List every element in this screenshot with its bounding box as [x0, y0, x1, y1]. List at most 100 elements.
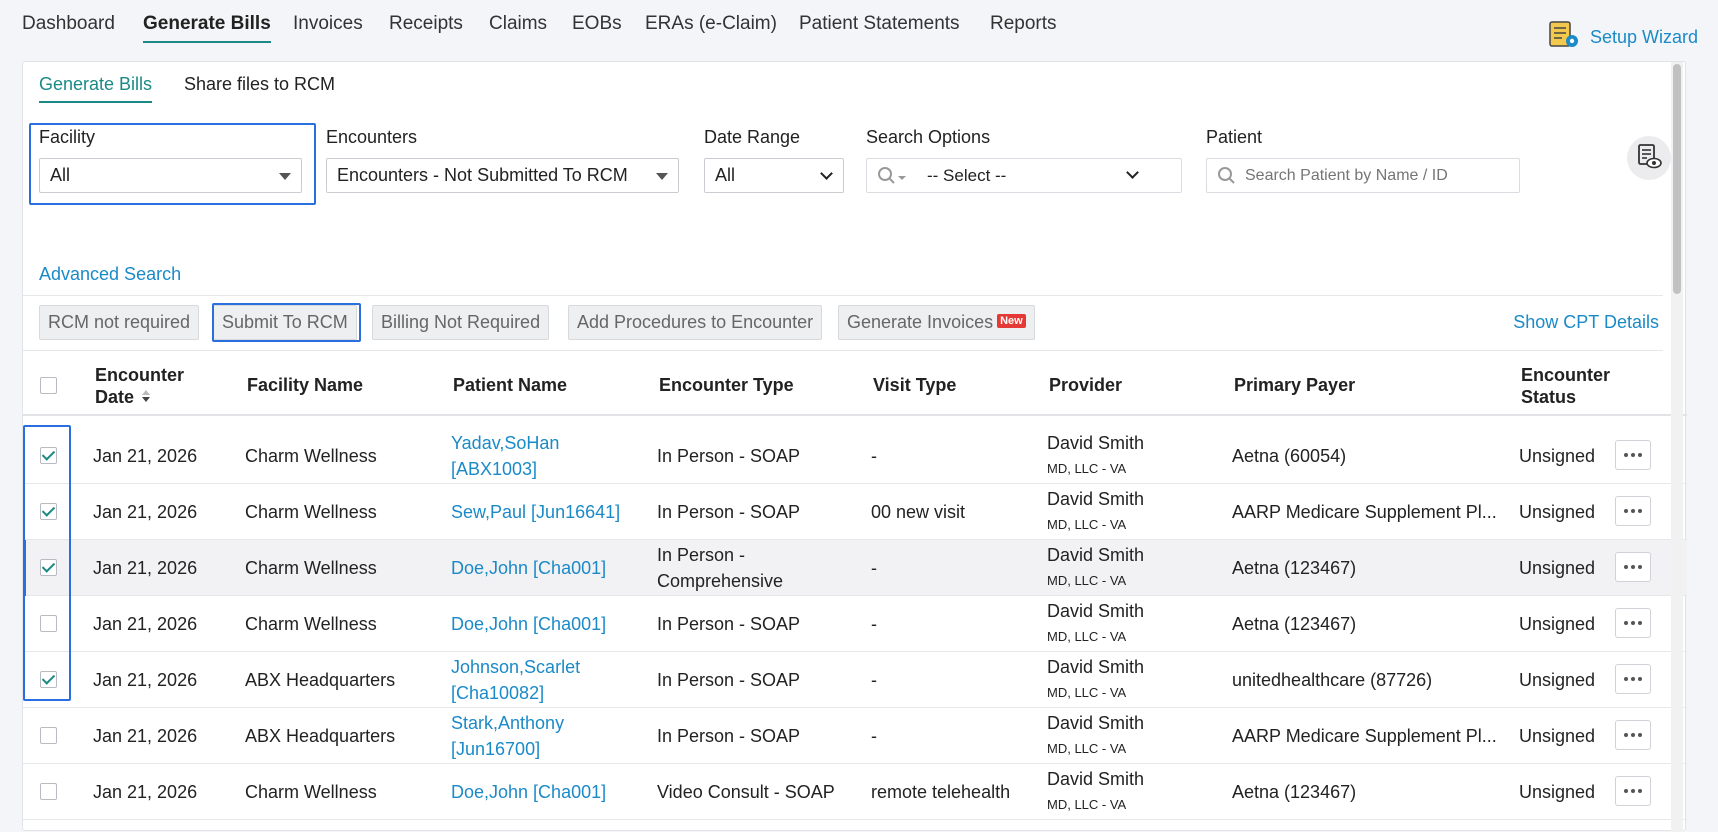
sort-icon[interactable] — [140, 387, 152, 409]
col-provider[interactable]: Provider — [1049, 374, 1122, 396]
patient-link[interactable]: Sew,Paul [Jun16641] — [451, 499, 620, 525]
nav-generate-bills[interactable]: Generate Bills — [143, 13, 271, 43]
patient-search-field[interactable] — [1206, 158, 1520, 193]
show-cpt-details-link[interactable]: Show CPT Details — [1513, 312, 1659, 333]
patient-link[interactable]: Yadav,SoHan — [451, 430, 559, 456]
row-checkbox[interactable] — [40, 727, 57, 744]
view-columns-button[interactable] — [1627, 136, 1671, 180]
patient-id-link[interactable]: [Jun16700] — [451, 736, 540, 762]
divider — [23, 350, 1663, 351]
nav-patient-statements[interactable]: Patient Statements — [799, 13, 960, 41]
scrollbar-thumb[interactable] — [1673, 64, 1681, 294]
table-row[interactable]: Jan 21, 2026 Charm Wellness Doe,John [Ch… — [23, 540, 1687, 596]
generate-invoices-button[interactable]: Generate Invoices New — [838, 305, 1035, 340]
dot-icon — [1631, 565, 1635, 569]
nav-reports[interactable]: Reports — [990, 13, 1057, 41]
row-checkbox[interactable] — [40, 783, 57, 800]
col-encounter-date[interactable]: Encounter Date — [95, 364, 184, 409]
col-primary-payer[interactable]: Primary Payer — [1234, 374, 1355, 396]
nav-eobs[interactable]: EOBs — [572, 13, 622, 41]
patient-link[interactable]: Doe,John [Cha001] — [451, 555, 606, 581]
patient-link[interactable]: Doe,John [Cha001] — [451, 611, 606, 637]
patient-id-link[interactable]: [ABX1003] — [451, 456, 537, 482]
cell-facility: ABX Headquarters — [245, 726, 396, 746]
cell-encounter-type: In Person - — [657, 545, 746, 565]
table-row[interactable]: Jan 21, 2026 ABX Headquarters Johnson,Sc… — [23, 652, 1687, 708]
nav-dashboard[interactable]: Dashboard — [22, 13, 115, 41]
col-patient-name[interactable]: Patient Name — [453, 374, 567, 396]
nav-invoices[interactable]: Invoices — [293, 13, 363, 41]
table-row[interactable]: Jan 21, 2026 ABX Headquarters Stark,Anth… — [23, 708, 1687, 764]
nav-eras[interactable]: ERAs (e-Claim) — [645, 13, 777, 41]
col-encounter-type[interactable]: Encounter Type — [659, 374, 794, 396]
vertical-scrollbar[interactable] — [1671, 62, 1683, 832]
cell-status: Unsigned — [1519, 726, 1596, 746]
advanced-search-link[interactable]: Advanced Search — [39, 264, 181, 285]
row-checkbox[interactable] — [40, 615, 57, 632]
add-procedures-button[interactable]: Add Procedures to Encounter — [568, 305, 823, 340]
dot-icon — [1631, 509, 1635, 513]
table-row[interactable]: Jan 21, 2026 Charm Wellness Doe,John [Ch… — [23, 764, 1687, 820]
search-options-value: -- Select -- — [927, 166, 1007, 185]
dot-icon — [1624, 789, 1628, 793]
cell-visit-type: - — [871, 446, 877, 466]
table-row[interactable]: Jan 21, 2026 Charm Wellness Doe,John [Ch… — [23, 596, 1687, 652]
cell-date: Jan 21, 2026 — [93, 726, 198, 746]
dot-icon — [1631, 733, 1635, 737]
table-row[interactable]: Jan 21, 2026 Charm Wellness Yadav,SoHan … — [23, 428, 1687, 484]
dot-icon — [1624, 565, 1628, 569]
rcm-not-required-button[interactable]: RCM not required — [39, 305, 200, 340]
nav-claims[interactable]: Claims — [489, 13, 547, 41]
patient-link[interactable]: Doe,John [Cha001] — [451, 779, 606, 805]
row-checkbox[interactable] — [40, 503, 57, 520]
patient-id-link[interactable]: [Cha10082] — [451, 680, 544, 706]
more-actions-button[interactable] — [1615, 440, 1651, 470]
more-actions-button[interactable] — [1615, 720, 1651, 750]
cell-visit-type: - — [871, 558, 877, 578]
row-checkbox[interactable] — [40, 559, 57, 576]
cell-provider: David Smith — [1047, 545, 1145, 565]
more-actions-button[interactable] — [1615, 552, 1651, 582]
dropdown-caret-icon — [656, 173, 668, 180]
col-encounter-status[interactable]: Encounter Status — [1521, 364, 1610, 408]
facility-select[interactable]: All — [39, 158, 302, 193]
more-actions-button[interactable] — [1615, 496, 1651, 526]
col-encounter-status-line1: Encounter — [1521, 365, 1611, 385]
col-visit-type[interactable]: Visit Type — [873, 374, 956, 396]
cell-facility: Charm Wellness — [245, 446, 377, 466]
row-checkbox[interactable] — [40, 447, 57, 464]
cell-status: Unsigned — [1519, 782, 1596, 802]
patient-search-input[interactable] — [1243, 166, 1483, 186]
table-row[interactable]: Jan 21, 2026 Charm Wellness Sew,Paul [Ju… — [23, 484, 1687, 540]
more-actions-button[interactable] — [1615, 608, 1651, 638]
cell-encounter-type: In Person - SOAP — [657, 670, 801, 690]
cell-date: Jan 21, 2026 — [93, 558, 198, 578]
cell-facility: ABX Headquarters — [245, 670, 396, 690]
cell-provider-sub: MD, LLC - VA — [1047, 461, 1127, 476]
cell-facility: Charm Wellness — [245, 614, 377, 634]
tab-share-files[interactable]: Share files to RCM — [184, 74, 335, 101]
tab-generate-bills[interactable]: Generate Bills — [39, 74, 153, 103]
row-checkbox[interactable] — [40, 671, 57, 688]
more-actions-button[interactable] — [1615, 776, 1651, 806]
cell-visit-type: - — [871, 670, 877, 690]
dot-icon — [1624, 677, 1628, 681]
col-facility-name[interactable]: Facility Name — [247, 374, 363, 396]
cell-facility: Charm Wellness — [245, 558, 377, 578]
submit-to-rcm-button[interactable]: Submit To RCM — [213, 305, 357, 340]
billing-not-required-button[interactable]: Billing Not Required — [372, 305, 550, 340]
cell-payer: unitedhealthcare (87726) — [1232, 670, 1433, 690]
nav-receipts[interactable]: Receipts — [389, 13, 463, 41]
dot-icon — [1631, 621, 1635, 625]
patient-link[interactable]: Stark,Anthony — [451, 710, 564, 736]
dot-icon — [1638, 565, 1642, 569]
encounters-select[interactable]: Encounters - Not Submitted To RCM — [326, 158, 679, 193]
date-range-select[interactable]: All — [704, 158, 844, 193]
setup-wizard-link[interactable]: Setup Wizard — [1548, 20, 1698, 55]
patient-link[interactable]: Johnson,Scarlet — [451, 654, 580, 680]
patient-label: Patient — [1206, 127, 1263, 147]
select-all-checkbox[interactable] — [40, 377, 57, 394]
document-eye-icon — [1635, 142, 1663, 175]
search-options-select[interactable]: -- Select -- — [866, 158, 1182, 193]
more-actions-button[interactable] — [1615, 664, 1651, 694]
